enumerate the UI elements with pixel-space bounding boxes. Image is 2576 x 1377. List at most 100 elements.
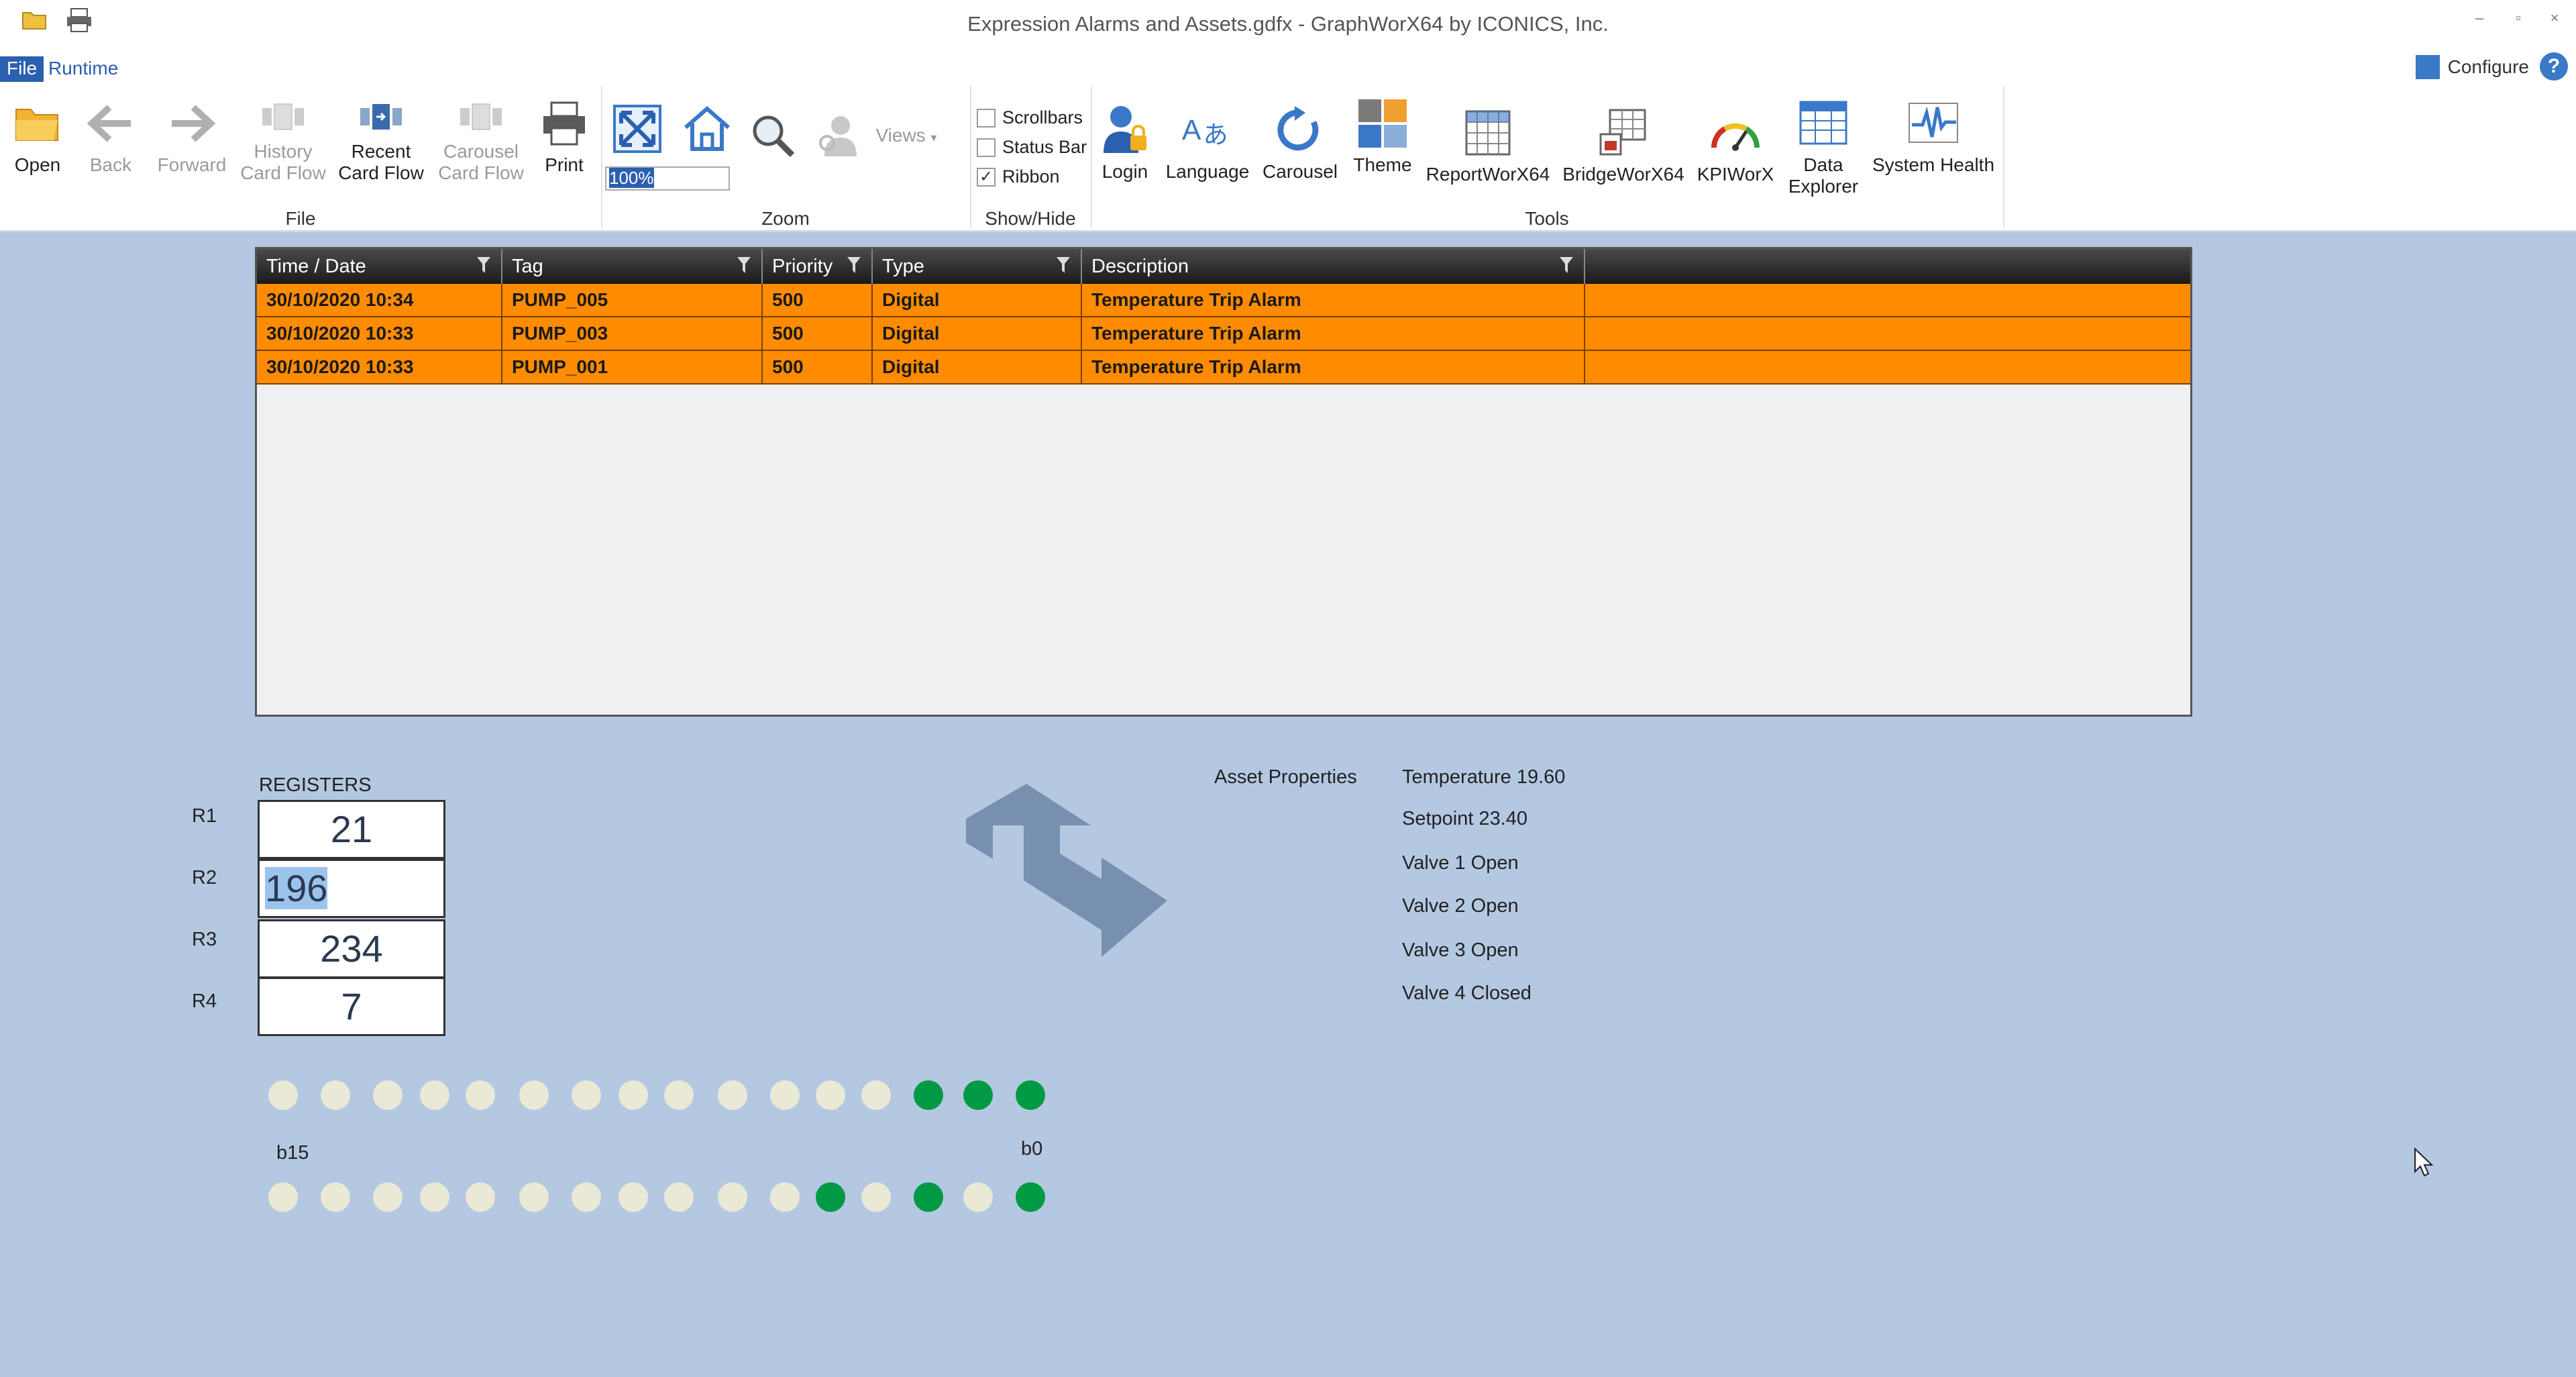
open-folder-icon [11, 97, 64, 150]
register-label-r4: R4 [192, 990, 217, 1012]
asset-valve-3: Valve 3 Open [1402, 939, 1519, 961]
register-r2-input[interactable]: 196 [258, 859, 445, 918]
theme-button[interactable]: Theme [1350, 97, 1415, 176]
ribbon: Open Back Forward History Card Flow Rece… [0, 83, 2576, 260]
register-label-r1: R1 [192, 805, 217, 827]
language-icon: Aあ [1181, 103, 1234, 157]
zoom-button[interactable] [746, 109, 800, 166]
column-header-description[interactable]: Description [1082, 249, 1585, 284]
filter-icon[interactable] [737, 257, 751, 273]
scrollbars-checkbox-box [977, 108, 996, 128]
asset-valve-2: Valve 2 Open [1402, 895, 1519, 917]
expand-icon [610, 102, 664, 156]
status-bar-checkbox[interactable]: Status Bar [977, 137, 1087, 158]
fit-to-window-button[interactable] [608, 102, 667, 160]
tab-file[interactable]: File [0, 56, 44, 82]
login-button[interactable]: Login [1093, 103, 1157, 183]
alarm-priority: 500 [763, 317, 873, 350]
forward-button[interactable]: Forward [153, 97, 231, 176]
bit-label-b0: b0 [1021, 1138, 1043, 1160]
carousel-button[interactable]: Carousel [1258, 103, 1342, 183]
alarm-tag: PUMP_005 [502, 284, 763, 316]
open-button[interactable]: Open [9, 97, 66, 176]
bit-led-13 [373, 1182, 402, 1212]
filter-icon[interactable] [1560, 257, 1573, 273]
bit-led-4 [816, 1182, 845, 1212]
column-header-type[interactable]: Type [873, 249, 1082, 284]
register-r1-input[interactable]: 21 [258, 800, 445, 859]
bit-led-6 [718, 1182, 747, 1212]
help-icon[interactable]: ? [2540, 52, 2568, 81]
history-card-flow-button[interactable]: History Card Flow [236, 97, 330, 184]
bit-led-10 [519, 1080, 549, 1110]
filter-icon[interactable] [1057, 257, 1070, 273]
bit-led-0 [1016, 1182, 1045, 1212]
filter-icon[interactable] [847, 257, 861, 273]
bit-led-10 [519, 1182, 549, 1212]
alarm-description: Temperature Trip Alarm [1082, 317, 1585, 350]
showhide-group-label: Show/Hide [985, 208, 1076, 229]
card-flow-icon [354, 97, 408, 137]
views-user-icon[interactable] [812, 109, 865, 166]
system-health-button[interactable]: System Health [1868, 97, 1999, 176]
svg-text:A: A [1182, 114, 1201, 146]
alarm-time: 30/10/2020 10:34 [257, 284, 502, 316]
report-grid-icon [1461, 106, 1515, 160]
register-r2-value: 196 [265, 867, 328, 909]
tab-runtime[interactable]: Runtime [42, 56, 125, 82]
register-r3-input[interactable]: 234 [258, 919, 445, 978]
column-header-tag[interactable]: Tag [502, 249, 763, 284]
bit-led-13 [373, 1080, 402, 1110]
alarm-row[interactable]: 30/10/2020 10:33 PUMP_003 500 Digital Te… [257, 317, 2190, 351]
language-button[interactable]: Aあ Language [1162, 103, 1253, 183]
print-button[interactable]: Print [534, 97, 594, 176]
bit-led-0 [1016, 1080, 1045, 1110]
configure-button[interactable]: Configure [2415, 54, 2529, 81]
home-button[interactable] [678, 102, 737, 160]
alarm-row[interactable]: 30/10/2020 10:33 PUMP_001 500 Digital Te… [257, 351, 2190, 385]
checkmark-icon: ✓ [977, 167, 996, 187]
minimize-button[interactable]: – [2466, 9, 2493, 36]
bit-led-4 [816, 1080, 845, 1110]
kpiworx-button[interactable]: KPIWorX [1693, 106, 1778, 185]
theme-icon [1356, 97, 1409, 150]
data-explorer-button[interactable]: Data Explorer [1784, 97, 1862, 197]
home-icon [680, 102, 734, 156]
arrow-left-icon [84, 97, 138, 150]
carousel-card-flow-button[interactable]: Carousel Card Flow [433, 97, 529, 184]
bridge-grid-icon [1597, 106, 1650, 160]
menu-tab-bar: File Runtime Configure ? [0, 51, 2576, 83]
alarm-tag: PUMP_003 [502, 317, 763, 350]
alarm-type: Digital [873, 351, 1082, 383]
asset-properties-label: Asset Properties [1214, 766, 1357, 788]
title-bar: Expression Alarms and Assets.gdfx - Grap… [0, 0, 2576, 51]
register-r4-input[interactable]: 7 [258, 977, 445, 1036]
zoom-level-input[interactable]: 100% [605, 166, 730, 191]
ribbon-checkbox[interactable]: ✓ Ribbon [977, 166, 1060, 187]
print-icon [537, 97, 591, 150]
configure-label: Configure [2447, 56, 2529, 77]
heartbeat-icon [1907, 97, 1960, 150]
close-button[interactable]: × [2541, 9, 2568, 36]
alarm-priority: 500 [763, 284, 873, 316]
bit-led-7 [664, 1182, 694, 1212]
registers-title: REGISTERS [259, 774, 372, 796]
reportworx-button[interactable]: ReportWorX64 [1422, 106, 1554, 185]
recent-card-flow-button[interactable]: Recent Card Flow [334, 97, 428, 184]
asset-setpoint: Setpoint 23.40 [1402, 808, 1528, 829]
bridgeworx-button[interactable]: BridgeWorX64 [1558, 106, 1689, 185]
alarm-viewer[interactable]: Time / Date Tag Priority Type Descriptio… [255, 247, 2192, 717]
column-header-priority[interactable]: Priority [763, 249, 873, 284]
alarm-type: Digital [873, 284, 1082, 316]
bit-led-5 [770, 1182, 800, 1212]
refresh-icon [1273, 103, 1327, 157]
column-header-time[interactable]: Time / Date [257, 249, 502, 284]
scrollbars-checkbox[interactable]: Scrollbars [977, 107, 1083, 128]
alarm-row[interactable]: 30/10/2020 10:34 PUMP_005 500 Digital Te… [257, 284, 2190, 317]
restore-button[interactable]: ▫ [2505, 9, 2532, 36]
bit-led-11 [466, 1182, 495, 1212]
bit-led-3 [861, 1182, 891, 1212]
back-button[interactable]: Back [82, 97, 140, 176]
views-dropdown[interactable]: Views ▾ [869, 125, 943, 148]
filter-icon[interactable] [477, 257, 490, 273]
